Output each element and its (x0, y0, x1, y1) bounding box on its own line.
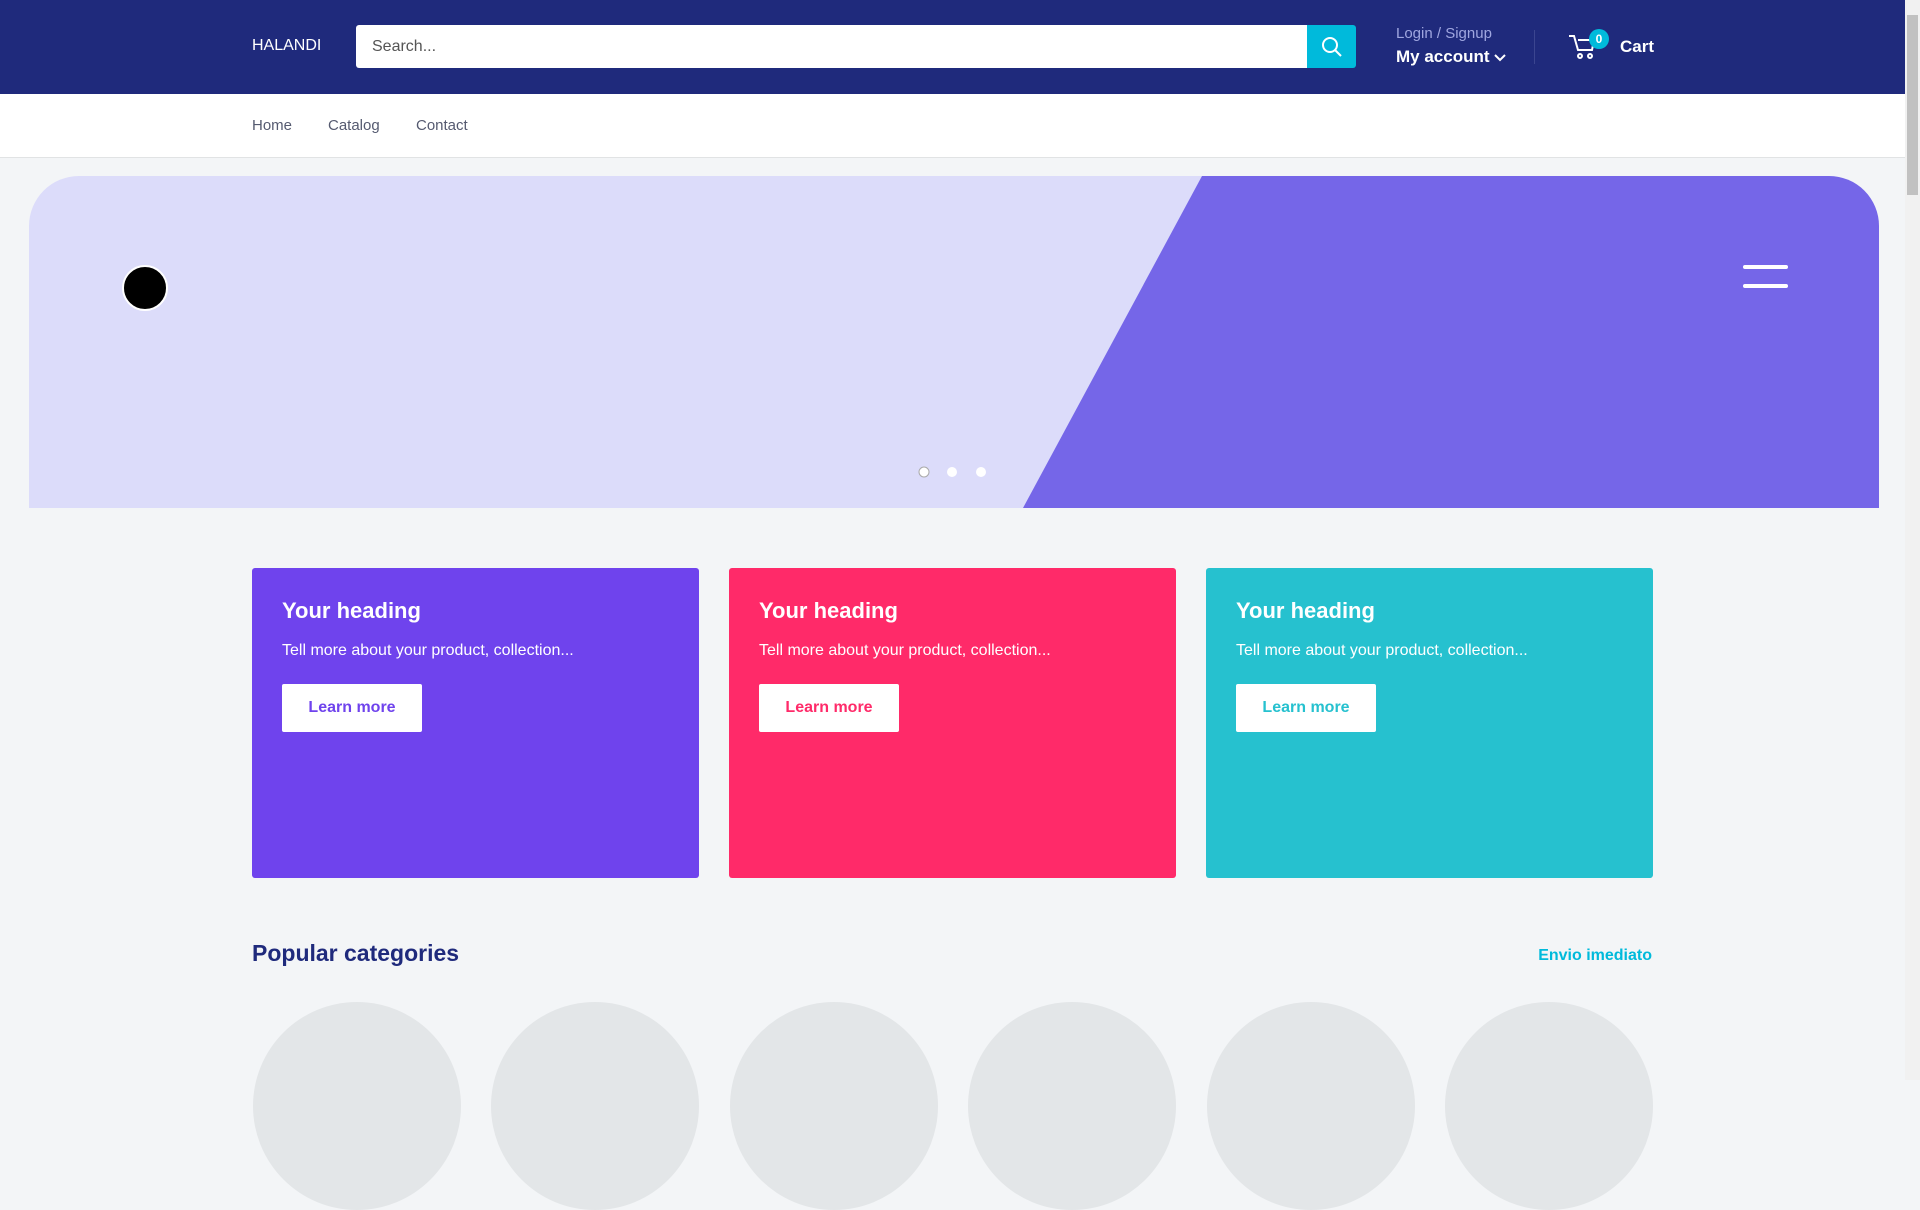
nav-home[interactable]: Home (252, 117, 292, 134)
promo-card-2: Your heading Tell more about your produc… (729, 568, 1176, 878)
category-item[interactable] (253, 1002, 461, 1210)
login-signup-link[interactable]: Login / Signup (1396, 25, 1492, 42)
promo-card-3: Your heading Tell more about your produc… (1206, 568, 1653, 878)
nav-contact[interactable]: Contact (416, 117, 468, 134)
logo[interactable]: HALANDI (252, 37, 321, 55)
card-heading: Your heading (759, 598, 898, 623)
my-account-label: My account (1396, 47, 1490, 66)
scrollbar-thumb[interactable] (1907, 15, 1918, 195)
search-icon (1321, 36, 1342, 57)
chevron-down-icon (1494, 54, 1506, 62)
slider-dot-1 (918, 466, 930, 478)
slider-dot-2 (947, 467, 957, 477)
cart-count-badge: 0 (1589, 29, 1609, 49)
category-item[interactable] (1445, 1002, 1653, 1210)
hero-slide-graphic (122, 176, 1879, 508)
section-title: Popular categories (252, 940, 460, 966)
divider (1534, 30, 1535, 64)
search-input[interactable] (356, 25, 1307, 68)
my-account-dropdown[interactable]: My account (1396, 47, 1506, 67)
card-heading: Your heading (1236, 598, 1375, 623)
card-text: Tell more about your product, collection… (1236, 642, 1528, 659)
hero-slider[interactable] (29, 176, 1879, 508)
main-nav: Home Catalog Contact (0, 94, 1905, 158)
category-item[interactable] (1207, 1002, 1415, 1210)
card-text: Tell more about your product, collection… (759, 642, 1051, 659)
card-text: Tell more about your product, collection… (282, 642, 574, 659)
cart-link[interactable]: Cart (1620, 37, 1654, 57)
promo-card-1: Your heading Tell more about your produc… (252, 568, 699, 878)
header: HALANDI Login / Signup My account 0 Cart (0, 0, 1905, 94)
category-item[interactable] (491, 1002, 699, 1210)
learn-more-button[interactable]: Learn more (759, 684, 899, 732)
learn-more-button[interactable]: Learn more (1236, 684, 1376, 732)
card-heading: Your heading (282, 598, 421, 623)
category-item[interactable] (968, 1002, 1176, 1210)
nav-catalog[interactable]: Catalog (328, 117, 380, 134)
envio-imediato-link[interactable]: Envio imediato (1538, 947, 1652, 965)
category-item[interactable] (730, 1002, 938, 1210)
learn-more-button[interactable]: Learn more (282, 684, 422, 732)
search-button[interactable] (1307, 25, 1356, 68)
slider-dot-3 (976, 467, 986, 477)
